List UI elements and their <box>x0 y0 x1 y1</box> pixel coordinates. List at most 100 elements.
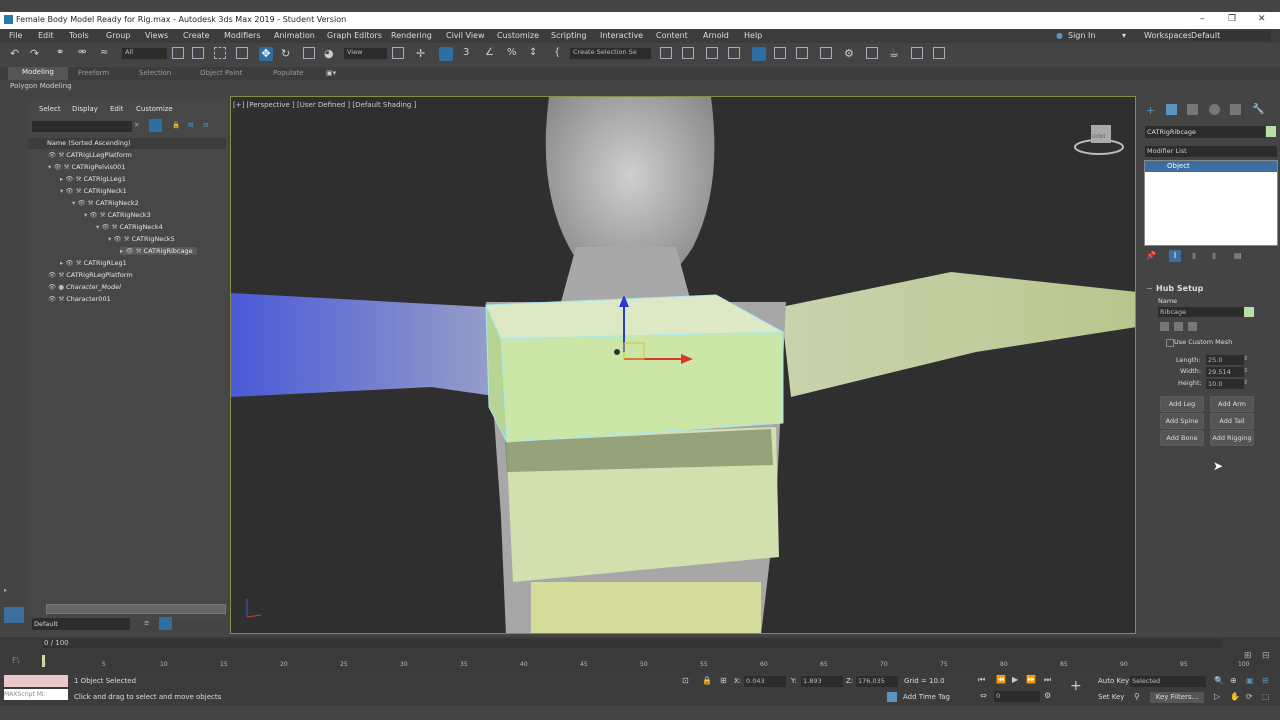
menu-views[interactable]: Views <box>145 31 168 40</box>
polygon-modeling-label[interactable]: Polygon Modeling <box>10 82 72 90</box>
tree-node[interactable]: ▾ 👁 ⚒ CATRigNeck5 <box>108 235 175 243</box>
explorer-mode-icon[interactable] <box>4 607 24 623</box>
filter-toggle-icon[interactable] <box>149 119 162 132</box>
sign-in-button[interactable]: Sign In <box>1068 31 1095 40</box>
time-slider-readout[interactable]: 0 / 100 <box>44 639 69 647</box>
menu-content[interactable]: Content <box>656 31 688 40</box>
modifier-list-dropdown[interactable]: Modifier List <box>1145 146 1277 157</box>
current-frame-field[interactable]: 0 <box>994 691 1040 702</box>
link-icon[interactable]: ⚭ <box>56 47 70 61</box>
menu-create[interactable]: Create <box>183 31 210 40</box>
preset-save-icon[interactable] <box>1174 322 1183 331</box>
preset-load-icon[interactable] <box>1188 322 1197 331</box>
expand-arrow-icon[interactable]: ▸ <box>4 586 7 594</box>
menu-civil-view[interactable]: Civil View <box>446 31 485 40</box>
menu-edit[interactable]: Edit <box>38 31 54 40</box>
redo-icon[interactable]: ↷ <box>30 47 44 61</box>
set-key-icon[interactable]: + <box>1070 678 1082 694</box>
make-unique-icon[interactable]: ▮ <box>1192 251 1196 260</box>
maximize-button[interactable]: ❐ <box>1228 14 1236 24</box>
eye-icon[interactable]: ▾ 👁 ⚒ <box>72 199 96 207</box>
configure-modifier-sets-icon[interactable]: ▤ <box>1234 251 1242 260</box>
toggle-scene-explorer-icon[interactable] <box>706 47 718 59</box>
named-selection-set-dropdown[interactable]: Create Selection Se <box>570 48 651 59</box>
mini-curve-editor-icon[interactable]: F\ <box>12 656 19 665</box>
tree-node[interactable]: 👁 ⚒ Character001 <box>48 295 111 303</box>
preset-icon[interactable] <box>1160 322 1169 331</box>
tree-node[interactable]: 👁 ● Character_Model <box>48 283 121 291</box>
toggle-ribbon-icon[interactable] <box>752 47 766 61</box>
hierarchy-icon[interactable]: ⊞ <box>188 121 193 129</box>
menu-animation[interactable]: Animation <box>274 31 315 40</box>
eye-icon[interactable]: ▾ 👁 ⚒ <box>84 211 108 219</box>
lock-icon[interactable]: 🔒 <box>172 121 180 129</box>
maxscript-mini-listener[interactable]: MAXScript Mi: <box>4 689 68 700</box>
minimize-button[interactable]: – <box>1200 14 1205 24</box>
tree-node-selected[interactable]: ▸ 👁 ⚒ CATRigRibcage <box>120 247 197 255</box>
angle-snap-icon[interactable]: ∠ <box>485 47 499 61</box>
eye-icon[interactable]: ▾ 👁 ⚒ <box>60 187 84 195</box>
key-mode-dropdown[interactable]: Selected <box>1130 676 1206 687</box>
toggle-layer-explorer-icon[interactable] <box>728 47 740 59</box>
tab-freeform[interactable]: Freeform <box>78 69 109 77</box>
height-spinner[interactable]: ⇕ <box>1243 379 1248 386</box>
pivot-center-icon[interactable] <box>392 47 404 59</box>
eye-icon[interactable]: 👁 ⚒ <box>48 295 66 303</box>
unlink-icon[interactable]: ⚮ <box>78 47 92 61</box>
edit-named-selection-icon[interactable]: { <box>554 47 568 61</box>
rendered-frame-window-icon[interactable] <box>866 47 878 59</box>
time-slider[interactable] <box>42 639 1222 648</box>
render-setup-icon[interactable]: ⚙ <box>844 47 858 61</box>
y-coordinate-field[interactable]: 1.893 <box>801 676 843 687</box>
eye-icon[interactable]: ▸ 👁 ⚒ <box>60 259 84 267</box>
tab-edit[interactable]: Edit <box>110 105 124 113</box>
tree-node[interactable]: ▾ 👁 ⚒ CATRigNeck2 <box>72 199 139 207</box>
display-tab-icon[interactable] <box>1230 104 1241 115</box>
tree-node[interactable]: ▾ 👁 ⚒ CATRigNeck1 <box>60 187 127 195</box>
pin-stack-icon[interactable]: 📌 <box>1146 251 1156 260</box>
menu-rendering[interactable]: Rendering <box>391 31 432 40</box>
time-configuration-icon[interactable]: ⚙ <box>1044 691 1051 700</box>
scale-icon[interactable] <box>303 47 315 59</box>
selection-lock-icon[interactable]: 🔒 <box>702 676 712 685</box>
go-to-end-icon[interactable]: ⏭ <box>1044 675 1051 685</box>
timeline-options-icon[interactable]: ⊟ <box>1262 651 1270 661</box>
tree-node[interactable]: 👁 ⚒ CATRigLLegPlatform <box>48 151 132 159</box>
object-color-swatch[interactable] <box>1266 126 1276 137</box>
zoom-extents-icon[interactable]: ▣ <box>1246 676 1254 685</box>
hub-name-field[interactable]: Ribcage <box>1158 307 1244 317</box>
create-tab-icon[interactable]: + <box>1146 104 1155 117</box>
height-field[interactable]: 10.0 <box>1206 379 1244 389</box>
utilities-tab-icon[interactable]: 🔧 <box>1252 104 1264 115</box>
menu-graph-editors[interactable]: Graph Editors <box>327 31 382 40</box>
percent-snap-icon[interactable]: % <box>507 47 521 61</box>
tree-node[interactable]: ▾ 👁 ⚒ CATRigPelvis001 <box>48 163 125 171</box>
search-input[interactable] <box>32 121 132 132</box>
time-tag-icon[interactable] <box>887 692 897 702</box>
selection-filter-dropdown[interactable]: All <box>122 48 167 59</box>
eye-icon[interactable]: 👁 ● <box>48 283 66 291</box>
menu-help[interactable]: Help <box>744 31 762 40</box>
tab-object-paint[interactable]: Object Paint <box>200 69 242 77</box>
maximize-viewport-icon[interactable]: ⬚ <box>1262 692 1270 701</box>
track-bar[interactable]: 0 5 10 15 20 25 30 35 40 45 50 55 60 65 … <box>42 649 1249 669</box>
motion-tab-icon[interactable] <box>1209 104 1220 115</box>
menu-customize[interactable]: Customize <box>497 31 539 40</box>
pan-view-icon[interactable]: ✋ <box>1230 692 1240 701</box>
maxscript-listener[interactable] <box>4 675 68 687</box>
eye-icon[interactable]: 👁 ⚒ <box>48 151 66 159</box>
material-editor-icon[interactable] <box>820 47 832 59</box>
bind-space-warp-icon[interactable]: ≈ <box>100 47 114 61</box>
eye-icon[interactable]: ▸ 👁 ⚒ <box>120 247 144 255</box>
eye-icon[interactable]: ▸ 👁 ⚒ <box>60 175 84 183</box>
hierarchy-tab-icon[interactable] <box>1187 104 1198 115</box>
previous-frame-icon[interactable]: ⏪ <box>996 675 1006 684</box>
z-coordinate-field[interactable]: 176.035 <box>856 676 898 687</box>
zoom-icon[interactable]: 🔍 <box>1214 676 1224 685</box>
layer-dropdown[interactable]: Default <box>32 618 130 630</box>
horizontal-scrollbar[interactable] <box>46 604 226 614</box>
eye-icon[interactable]: ▾ 👁 ⚒ <box>108 235 132 243</box>
chevron-down-icon[interactable]: ▾ <box>1122 31 1126 40</box>
align-icon[interactable] <box>682 47 694 59</box>
menu-tools[interactable]: Tools <box>69 31 89 40</box>
